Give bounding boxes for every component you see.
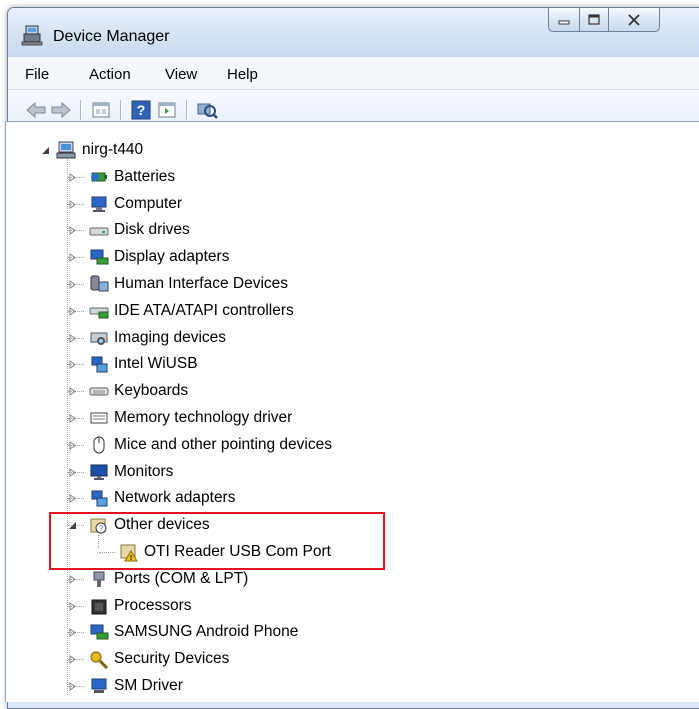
tree-category-item[interactable]: Imaging devices	[88, 327, 226, 349]
tree-category-label: Batteries	[114, 167, 176, 185]
expand-arrow-icon[interactable]	[68, 601, 77, 611]
tree-category-item[interactable]: Processors	[88, 595, 192, 617]
tree-root[interactable]: nirg-t440	[56, 139, 143, 161]
ide-controller-icon	[89, 307, 109, 319]
tree-category-label: Keyboards	[114, 382, 189, 400]
processor-icon	[91, 599, 107, 615]
tree-category-label: Monitors	[114, 462, 174, 480]
tree-category-label: Ports (COM & LPT)	[114, 569, 249, 587]
tree-category-label: Memory technology driver	[114, 409, 293, 426]
mouse-icon	[93, 436, 105, 454]
battery-icon	[91, 172, 107, 182]
tree-category-label: Display adapters	[114, 248, 230, 266]
expand-arrow-icon[interactable]	[68, 226, 77, 236]
tree-category-label: Human Interface Devices	[114, 275, 289, 292]
expand-arrow-icon[interactable]	[68, 253, 77, 263]
tree-category-item[interactable]: Human Interface Devices	[88, 273, 288, 295]
highlight-box	[49, 512, 385, 570]
port-icon	[93, 571, 105, 587]
tree-category-item[interactable]: Mice and other pointing devices	[88, 434, 332, 456]
tree-category-item[interactable]: Ports (COM & LPT)	[88, 568, 248, 590]
expand-arrow-icon[interactable]	[68, 628, 77, 638]
expand-arrow-icon[interactable]	[68, 655, 77, 665]
tree-category-label: Mice and other pointing devices	[114, 435, 332, 453]
expand-arrow-icon[interactable]	[68, 682, 77, 691]
computer-root-icon	[56, 141, 76, 159]
imaging-device-icon	[90, 332, 108, 345]
tree-category-item[interactable]: Computer	[88, 193, 182, 215]
tree-category-item[interactable]: Intel WiUSB	[88, 353, 198, 375]
device-tree-items: nirg-t440 Batteries Computer Disk drives Dis…	[0, 0, 699, 695]
tree-category-label: Network adapters	[114, 489, 236, 507]
phone-icon	[90, 624, 109, 640]
monitor-icon	[90, 464, 108, 480]
expand-arrow-icon[interactable]	[68, 280, 77, 289]
tree-category-item[interactable]: Display adapters	[88, 246, 229, 268]
tree-category-label: Security Devices	[114, 650, 230, 668]
tree-category-item[interactable]: Network adapters	[88, 487, 235, 509]
expand-arrow-icon[interactable]	[68, 414, 77, 423]
display-adapter-icon	[90, 249, 109, 265]
sm-driver-icon	[91, 678, 107, 693]
tree-category-label: Disk drives	[114, 221, 190, 239]
security-icon	[90, 651, 109, 670]
expand-arrow-icon[interactable]	[68, 360, 77, 370]
expand-arrow-icon[interactable]	[68, 333, 77, 343]
tree-category-item[interactable]: SAMSUNG Android Phone	[88, 621, 298, 643]
tree-category-label: Processors	[114, 596, 192, 614]
tree-category-label: SAMSUNG Android Phone	[114, 623, 299, 641]
hid-icon	[90, 275, 109, 292]
expand-arrow-icon[interactable]	[68, 172, 77, 182]
tree-category-label: Computer	[114, 194, 183, 212]
collapse-arrow-icon[interactable]	[41, 146, 50, 155]
tree-root-label: nirg-t440	[82, 141, 144, 158]
memory-icon	[90, 412, 108, 424]
tree-category-item[interactable]: Memory technology driver	[88, 407, 292, 429]
expand-arrow-icon[interactable]	[68, 306, 77, 316]
tree-category-label: Imaging devices	[114, 328, 227, 346]
tree-category-label: Intel WiUSB	[114, 355, 198, 373]
network-adapter-icon	[91, 490, 108, 507]
tree-category-label: IDE ATA/ATAPI controllers	[114, 301, 294, 319]
expand-arrow-icon[interactable]	[68, 387, 77, 397]
tree-category-item[interactable]: SM Driver	[88, 675, 183, 697]
expand-arrow-icon[interactable]	[68, 574, 77, 584]
tree-category-item[interactable]: Security Devices	[88, 648, 229, 670]
tree-category-item[interactable]: IDE ATA/ATAPI controllers	[88, 300, 294, 322]
expand-arrow-icon[interactable]	[68, 494, 77, 504]
tree-category-item[interactable]: Keyboards	[88, 380, 188, 402]
tree-category-item[interactable]: Monitors	[88, 461, 173, 483]
computer-icon	[91, 196, 107, 212]
expand-arrow-icon[interactable]	[68, 467, 77, 477]
tree-category-item[interactable]: Disk drives	[88, 219, 190, 241]
keyboard-icon	[89, 387, 109, 396]
tree-category-label: SM Driver	[114, 677, 183, 694]
disk-drive-icon	[89, 227, 109, 236]
expand-arrow-icon[interactable]	[68, 199, 77, 209]
expand-arrow-icon[interactable]	[68, 440, 77, 450]
tree-category-item[interactable]: Batteries	[88, 166, 175, 188]
network-icon	[91, 356, 108, 373]
